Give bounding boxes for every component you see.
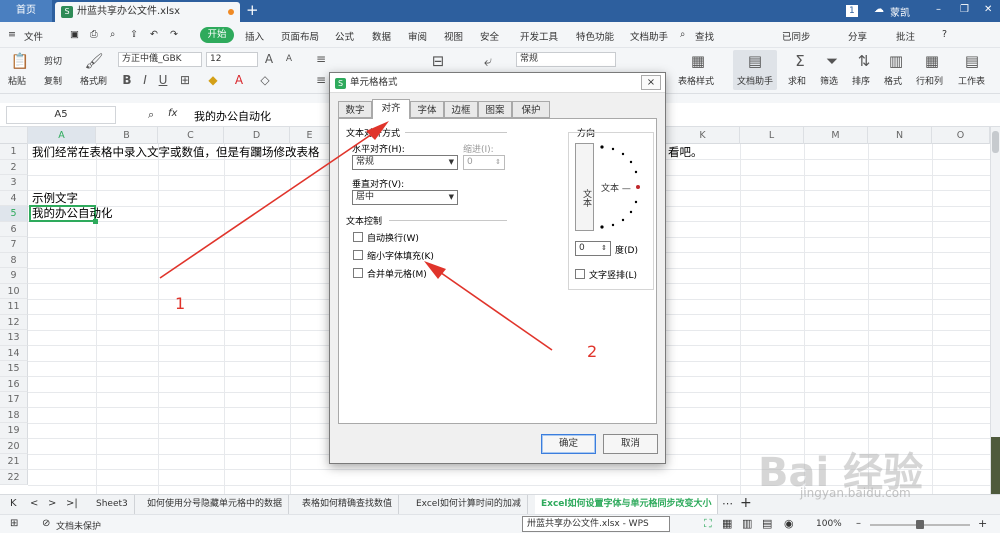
annotation-label-2: 2 bbox=[587, 342, 598, 361]
arrow-1-line bbox=[159, 129, 379, 279]
dialog-tab-alignment[interactable]: 对齐 bbox=[372, 99, 410, 119]
annotation-arrows bbox=[159, 121, 553, 351]
annotation-label-1: 1 bbox=[175, 294, 186, 313]
arrow-1-head bbox=[366, 121, 389, 140]
arrow-2-head bbox=[424, 261, 446, 279]
arrow-2-line bbox=[433, 267, 553, 351]
